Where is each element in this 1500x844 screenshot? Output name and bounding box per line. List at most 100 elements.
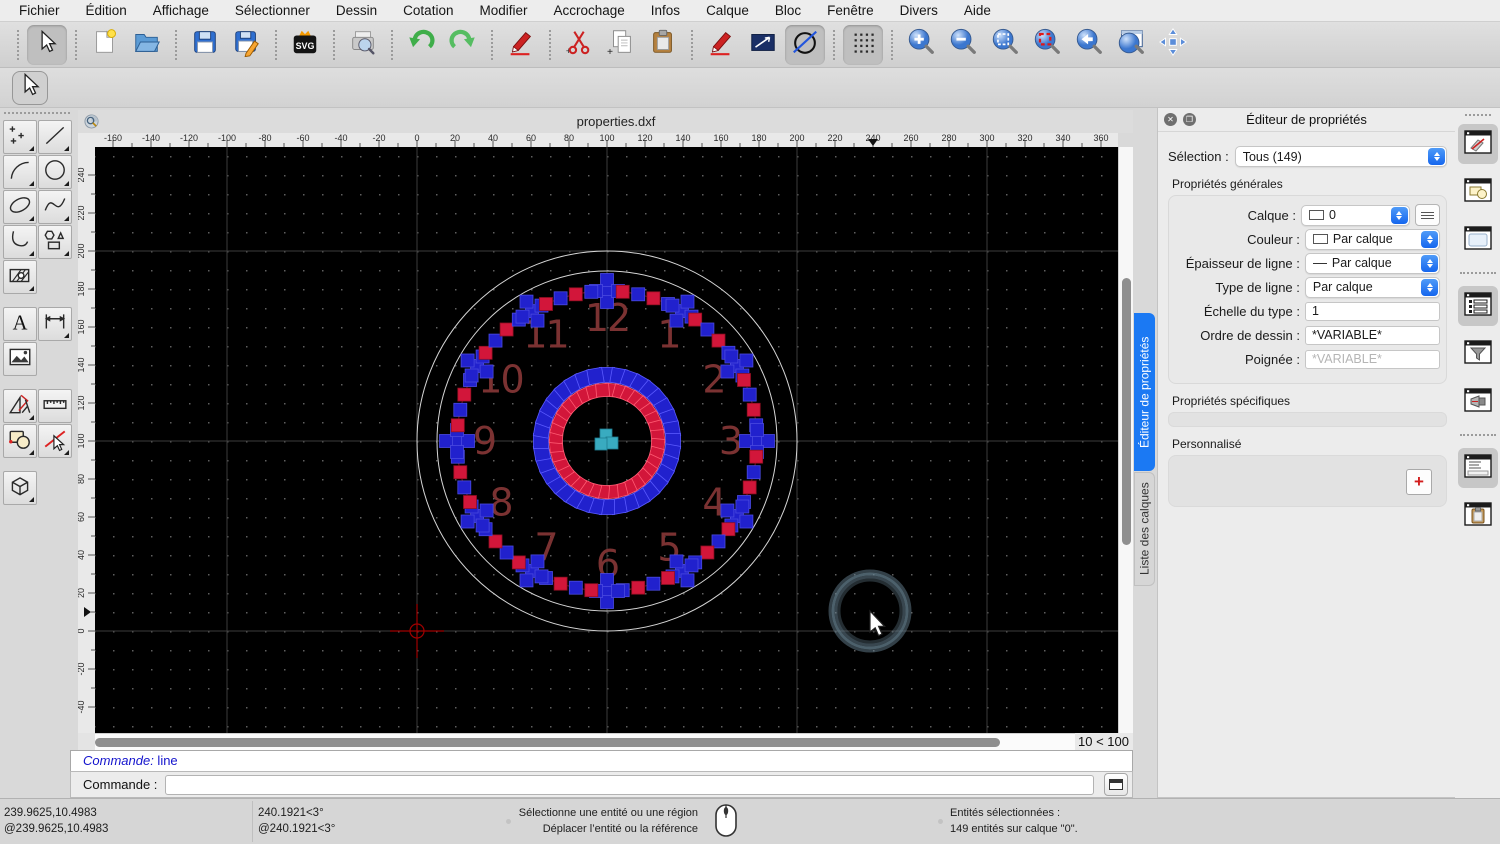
selection-combobox[interactable]: Tous (149) bbox=[1234, 146, 1447, 167]
menu-fenêtre[interactable]: Fenêtre bbox=[814, 0, 887, 22]
field-input[interactable]: *VARIABLE* bbox=[1304, 325, 1440, 345]
undo-icon bbox=[406, 27, 436, 62]
tool-points[interactable] bbox=[3, 120, 37, 154]
tool-hatch[interactable] bbox=[3, 260, 37, 294]
snapedit-icon bbox=[42, 426, 68, 457]
copy-button[interactable]: + bbox=[601, 25, 641, 65]
tool-modify[interactable] bbox=[3, 424, 37, 458]
zoom-out-button[interactable] bbox=[943, 25, 983, 65]
svg-text:160: 160 bbox=[78, 319, 86, 334]
grid-button[interactable] bbox=[843, 24, 883, 65]
command-input[interactable] bbox=[165, 774, 1094, 795]
toolbar-separator bbox=[891, 29, 893, 60]
drawing-canvas[interactable]: 1 2 3 4 5 6 7 8 9 10 11 12 bbox=[95, 147, 1118, 733]
menu-édition[interactable]: Édition bbox=[73, 0, 140, 22]
horizontal-scrollbar-thumb[interactable] bbox=[95, 738, 1000, 747]
print-preview-button[interactable] bbox=[343, 25, 383, 65]
menu-aide[interactable]: Aide bbox=[951, 0, 1004, 22]
coordinates-relative: @239.9625,10.4983 bbox=[4, 823, 109, 835]
tab-layer-list[interactable]: Liste des calques bbox=[1134, 472, 1155, 586]
zoom-auto-button[interactable] bbox=[985, 25, 1025, 65]
zoom-select-button[interactable] bbox=[1027, 25, 1067, 65]
menu-bar: Fichier Édition Affichage Sélectionner Dessi… bbox=[0, 0, 1500, 22]
tool-palette: A bbox=[0, 108, 76, 738]
dock-draw-toggle[interactable] bbox=[1457, 124, 1498, 164]
tool-image[interactable] bbox=[3, 342, 37, 376]
dock-filter-toggle[interactable] bbox=[1458, 334, 1498, 374]
cut-button[interactable]: + bbox=[559, 25, 599, 65]
new-file-button[interactable] bbox=[85, 25, 125, 65]
tool-arc[interactable] bbox=[3, 155, 37, 189]
attributes-button[interactable] bbox=[743, 25, 783, 65]
menu-affichage[interactable]: Affichage bbox=[140, 0, 222, 22]
dock-command-toggle[interactable] bbox=[1457, 448, 1498, 488]
strip-drag-handle[interactable] bbox=[1464, 114, 1491, 116]
menu-accrochage[interactable]: Accrochage bbox=[540, 0, 637, 22]
paste-button[interactable] bbox=[643, 25, 683, 65]
tool-box3d[interactable] bbox=[3, 471, 37, 505]
attributes-icon bbox=[748, 27, 778, 62]
save-button[interactable] bbox=[185, 25, 225, 65]
tool-drawtools[interactable] bbox=[3, 389, 37, 423]
tool-circle[interactable] bbox=[38, 155, 72, 189]
tool-line[interactable] bbox=[38, 120, 72, 154]
menu-modifier[interactable]: Modifier bbox=[466, 0, 540, 22]
linetype-combobox[interactable]: Par calque bbox=[1304, 276, 1440, 298]
svg-export-button[interactable]: SVG bbox=[285, 25, 325, 65]
tool-shapes[interactable] bbox=[38, 225, 72, 259]
circle-line-button[interactable] bbox=[785, 24, 825, 65]
tool-measure[interactable] bbox=[38, 389, 72, 423]
zoom-pan-button[interactable] bbox=[1153, 25, 1193, 65]
dock-plugin-toggle[interactable] bbox=[1458, 382, 1498, 422]
pencil-button[interactable] bbox=[701, 25, 741, 65]
redo-button[interactable] bbox=[443, 25, 483, 65]
layer-menu-button[interactable] bbox=[1414, 204, 1440, 226]
open-file-button[interactable] bbox=[127, 25, 167, 65]
undo-button[interactable] bbox=[401, 25, 441, 65]
vertical-scrollbar[interactable] bbox=[1118, 147, 1133, 733]
menu-cotation[interactable]: Cotation bbox=[390, 0, 466, 22]
dock-blocks-toggle[interactable] bbox=[1458, 172, 1498, 212]
color-combobox[interactable]: Par calque bbox=[1304, 228, 1440, 250]
menu-sélectionner[interactable]: Sélectionner bbox=[222, 0, 323, 22]
field-input[interactable]: *VARIABLE* bbox=[1304, 349, 1440, 369]
dock-properties-toggle[interactable] bbox=[1457, 286, 1498, 326]
modify-icon bbox=[7, 426, 33, 457]
zoom-window-button[interactable] bbox=[1111, 25, 1151, 65]
menu-calque[interactable]: Calque bbox=[693, 0, 762, 22]
select-arrow-button[interactable] bbox=[27, 24, 67, 65]
custom-properties-group: + bbox=[1168, 455, 1447, 507]
horizontal-scrollbar[interactable] bbox=[95, 733, 1075, 750]
add-property-button[interactable]: + bbox=[1406, 469, 1432, 495]
stepper-icon bbox=[1421, 230, 1438, 248]
tool-dimension[interactable] bbox=[38, 307, 72, 341]
tool-text[interactable]: A bbox=[3, 307, 37, 341]
menu-infos[interactable]: Infos bbox=[638, 0, 693, 22]
dock-preview-toggle[interactable] bbox=[1458, 220, 1498, 260]
selection-count-value: 149 entités sur calque "0". bbox=[950, 823, 1078, 835]
linewidth-combobox[interactable]: Par calque bbox=[1304, 252, 1440, 274]
menu-fichier[interactable]: Fichier bbox=[6, 0, 73, 22]
tab-property-editor[interactable]: Éditeur de propriétés bbox=[1134, 313, 1155, 471]
field-input[interactable]: 1 bbox=[1304, 301, 1440, 321]
vertical-scrollbar-thumb[interactable] bbox=[1122, 278, 1131, 545]
tool-spline[interactable] bbox=[38, 190, 72, 224]
tool-ellipse[interactable] bbox=[3, 190, 37, 224]
menu-dessin[interactable]: Dessin bbox=[323, 0, 390, 22]
document-titlebar[interactable]: properties.dxf bbox=[78, 110, 1133, 133]
eraser-button[interactable] bbox=[501, 25, 541, 65]
tool-snapedit[interactable] bbox=[38, 424, 72, 458]
layer-combobox[interactable]: 0 bbox=[1300, 204, 1410, 226]
palette-drag-handle[interactable] bbox=[4, 112, 70, 114]
dock-filter-icon bbox=[1463, 339, 1493, 370]
zoom-in-button[interactable] bbox=[901, 25, 941, 65]
stepper-icon bbox=[1421, 278, 1438, 296]
menu-divers[interactable]: Divers bbox=[887, 0, 951, 22]
tool-polyline[interactable] bbox=[3, 225, 37, 259]
select-tool-button[interactable] bbox=[12, 70, 48, 105]
menu-bloc[interactable]: Bloc bbox=[762, 0, 814, 22]
zoom-previous-button[interactable] bbox=[1069, 25, 1109, 65]
detach-command-button[interactable] bbox=[1104, 773, 1128, 796]
dock-clipboard-toggle[interactable] bbox=[1458, 496, 1498, 536]
save-as-button[interactable] bbox=[227, 25, 267, 65]
